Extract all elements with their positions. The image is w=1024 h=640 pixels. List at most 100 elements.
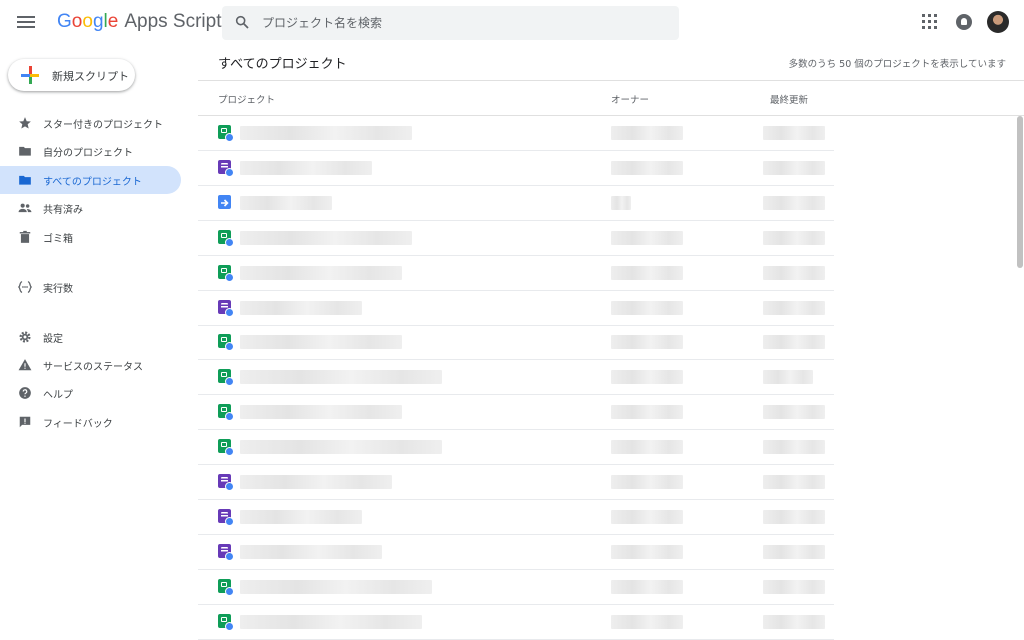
trash-icon — [19, 230, 31, 243]
sidebar-item-label: サービスのステータス — [43, 362, 143, 373]
sheets-script-icon — [218, 264, 234, 282]
sidebar-item-my-projects[interactable]: 自分のプロジェクト — [0, 137, 181, 165]
table-row[interactable] — [198, 535, 834, 570]
search-icon — [235, 15, 249, 29]
sidebar-item-shared[interactable]: 共有済み — [0, 194, 181, 222]
sidebar-item-settings[interactable]: 設定 — [0, 323, 181, 351]
modified-date-redacted — [763, 370, 813, 385]
project-name-redacted — [240, 614, 422, 629]
logo-letter: G — [57, 11, 72, 32]
owner-redacted — [611, 475, 683, 489]
standalone-script-icon — [218, 194, 231, 209]
owner-redacted — [611, 265, 683, 280]
owner-redacted — [611, 440, 683, 455]
sidebar-item-label: スター付きのプロジェクト — [43, 120, 163, 131]
logo-letter: o — [71, 11, 83, 32]
notification-bell-icon[interactable] — [956, 14, 972, 30]
sidebar-item-trash[interactable]: ゴミ箱 — [0, 223, 181, 251]
modified-date-redacted — [763, 405, 825, 420]
sidebar-item-label: 実行数 — [43, 284, 73, 295]
product-name: Apps Script — [124, 11, 222, 32]
sidebar-item-starred[interactable]: スター付きのプロジェクト — [0, 109, 181, 137]
scrollbar[interactable] — [1017, 116, 1023, 268]
new-script-button[interactable]: 新規スクリプト — [8, 59, 135, 91]
top-bar: Google Apps Script — [0, 0, 1024, 46]
sidebar-item-executions[interactable]: 実行数 — [0, 273, 181, 301]
column-header-owner[interactable]: オーナー — [611, 92, 649, 106]
forms-script-icon — [218, 474, 234, 491]
sheets-script-icon — [218, 613, 234, 631]
owner-redacted — [611, 230, 683, 245]
project-name-redacted — [240, 230, 412, 245]
sidebar-item-service-status[interactable]: サービスのステータス — [0, 351, 181, 379]
column-header-modified[interactable]: 最終更新 — [770, 92, 808, 106]
modified-date-redacted — [763, 579, 825, 594]
table-row[interactable] — [198, 500, 834, 535]
table-row[interactable] — [198, 570, 834, 605]
avatar[interactable] — [987, 11, 1009, 33]
column-header-project[interactable]: プロジェクト — [218, 92, 275, 106]
project-name-redacted — [240, 160, 372, 175]
modified-date-redacted — [763, 614, 825, 629]
sheets-script-icon — [218, 439, 234, 457]
table-row[interactable] — [198, 465, 834, 500]
table-row[interactable] — [198, 256, 834, 291]
logo-letter: e — [107, 11, 119, 32]
new-script-label: 新規スクリプト — [52, 70, 129, 83]
table-row[interactable] — [198, 151, 834, 186]
owner-redacted — [611, 614, 683, 629]
apps-grid-icon[interactable] — [922, 14, 938, 30]
project-name-redacted — [240, 195, 332, 210]
table-row[interactable] — [198, 291, 834, 326]
table-row[interactable] — [198, 360, 834, 396]
sidebar-item-all-projects[interactable]: すべてのプロジェクト — [0, 166, 181, 194]
owner-redacted — [611, 579, 683, 594]
table-row[interactable] — [198, 325, 834, 361]
executions-icon — [18, 281, 32, 293]
menu-icon[interactable] — [16, 13, 36, 33]
sidebar-item-feedback[interactable]: フィードバック — [0, 408, 181, 436]
table-row[interactable] — [198, 430, 834, 466]
table-row[interactable] — [198, 605, 834, 640]
project-name-redacted — [240, 265, 402, 280]
sidebar-item-label: 共有済み — [43, 205, 83, 216]
project-count: 多数のうち 50 個のプロジェクトを表示しています — [788, 59, 1006, 70]
app-logo[interactable]: Google Apps Script — [57, 11, 221, 33]
modified-date-redacted — [763, 335, 825, 350]
table-row[interactable] — [198, 116, 834, 151]
owner-redacted — [611, 544, 683, 559]
search-input[interactable] — [262, 6, 662, 40]
owner-redacted — [611, 126, 683, 140]
project-name-redacted — [240, 300, 362, 315]
table-row[interactable] — [198, 221, 834, 256]
owner-redacted — [611, 160, 683, 175]
project-name-redacted — [240, 126, 412, 140]
warning-icon — [18, 359, 32, 371]
modified-date-redacted — [763, 230, 825, 245]
header-divider — [198, 80, 1024, 81]
modified-date-redacted — [763, 544, 825, 559]
sidebar-item-help[interactable]: ヘルプ — [0, 379, 181, 407]
project-name-redacted — [240, 440, 442, 455]
sheets-script-icon — [218, 125, 234, 142]
table-row[interactable] — [198, 395, 834, 431]
forms-script-icon — [218, 159, 234, 177]
project-name-redacted — [240, 544, 382, 559]
sidebar-item-label: ヘルプ — [43, 390, 73, 401]
table-row[interactable] — [198, 186, 834, 221]
sidebar-item-label: 自分のプロジェクト — [43, 148, 133, 159]
project-name-redacted — [240, 370, 442, 385]
owner-redacted — [611, 370, 683, 385]
sidebar-item-label: フィードバック — [43, 419, 113, 430]
search-box[interactable] — [222, 6, 679, 40]
sheets-script-icon — [218, 229, 234, 247]
sidebar-item-label: すべてのプロジェクト — [43, 177, 142, 188]
people-icon — [18, 203, 32, 213]
owner-redacted — [611, 195, 631, 210]
forms-script-icon — [218, 508, 234, 526]
sidebar-item-label: 設定 — [43, 334, 63, 345]
modified-date-redacted — [763, 475, 825, 489]
folder-icon — [19, 146, 31, 156]
owner-redacted — [611, 335, 683, 350]
logo-letter: g — [92, 11, 104, 32]
